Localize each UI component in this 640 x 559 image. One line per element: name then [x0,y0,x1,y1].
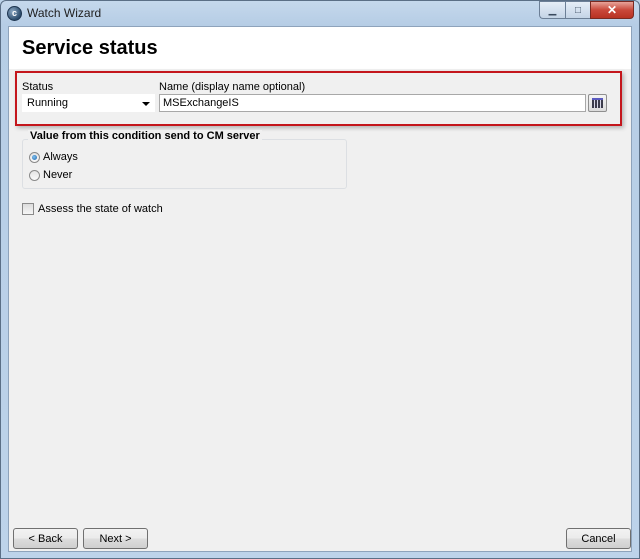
maximize-icon: □ [574,4,582,16]
status-label: Status [22,81,54,93]
minimize-icon: ▁ [548,4,557,16]
cancel-button[interactable]: Cancel [566,528,631,549]
radio-always-label: Always [43,151,78,163]
assess-state-checkbox-row[interactable]: Assess the state of watch [22,203,163,215]
next-button[interactable]: Next > [83,528,148,549]
radio-selected-icon[interactable] [29,151,40,163]
window-title: Watch Wizard [27,6,102,20]
maximize-button[interactable]: □ [565,1,590,19]
close-icon: ✕ [606,3,618,17]
service-name-input[interactable]: MSExchangeIS [159,94,586,112]
back-button[interactable]: < Back [13,528,78,549]
watch-wizard-window: c Watch Wizard ▁ □ ✕ Service status Stat… [0,0,640,559]
minimize-button[interactable]: ▁ [539,1,565,19]
browse-services-button[interactable] [588,94,607,112]
window-controls: ▁ □ ✕ [539,1,634,20]
send-condition-group [22,139,347,189]
close-button[interactable]: ✕ [590,1,634,19]
page-title: Service status [22,37,158,59]
title-bar[interactable]: c Watch Wizard ▁ □ ✕ [1,1,639,25]
radio-always[interactable]: Always [29,151,78,163]
radio-never[interactable]: Never [29,169,72,181]
wizard-content: Service status Status Running Name (disp… [8,26,632,552]
status-value: Running [27,97,68,109]
status-dropdown[interactable]: Running [22,94,155,112]
assess-state-checkbox[interactable] [22,203,34,215]
name-label: Name (display name optional) [159,81,306,93]
grid-list-icon [592,98,603,108]
assess-state-label: Assess the state of watch [38,203,163,215]
radio-never-label: Never [43,169,73,181]
send-condition-title: Value from this condition send to CM ser… [28,130,262,142]
radio-unselected-icon[interactable] [29,169,40,181]
page-header: Service status [9,27,631,69]
c-logo-icon: c [7,6,22,21]
chevron-down-icon [142,102,150,106]
